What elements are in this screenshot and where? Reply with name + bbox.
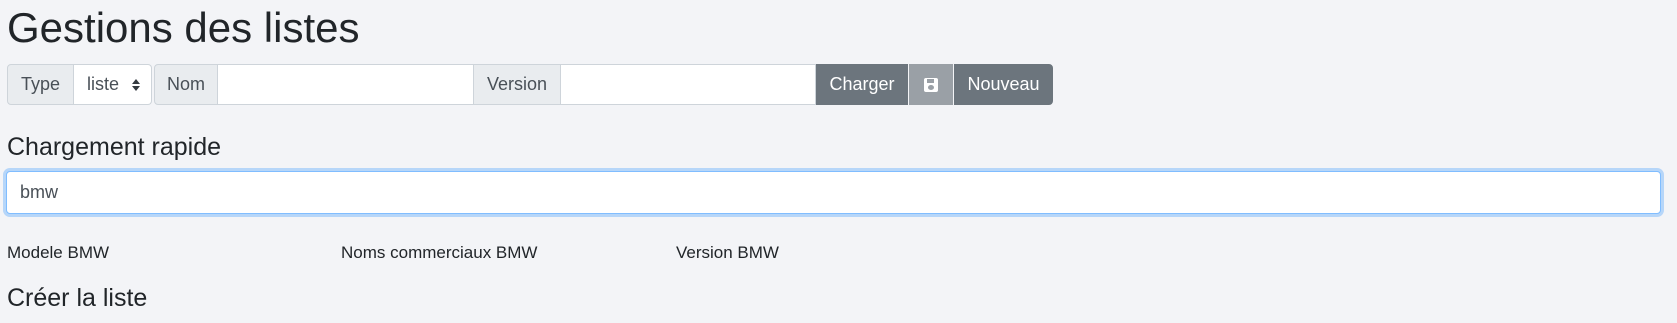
nom-input[interactable]: [218, 64, 475, 105]
quick-load-search-input[interactable]: [6, 171, 1661, 214]
type-select[interactable]: liste: [74, 64, 153, 105]
floppy-disk-icon: [924, 77, 939, 92]
save-button[interactable]: [909, 64, 954, 105]
quick-load-title: Chargement rapide: [7, 133, 222, 161]
result-item-modele-bmw[interactable]: Modele BMW: [7, 243, 109, 263]
result-item-noms-commerciaux-bmw[interactable]: Noms commerciaux BMW: [341, 243, 537, 263]
charger-button[interactable]: Charger: [816, 64, 909, 105]
result-item-version-bmw[interactable]: Version BMW: [676, 243, 779, 263]
type-select-value: liste: [87, 74, 120, 94]
version-label: Version: [474, 64, 562, 105]
list-toolbar: Type liste Nom Version Charger Nouveau: [7, 64, 1054, 105]
page-title: Gestions des listes: [7, 4, 360, 51]
nouveau-button[interactable]: Nouveau: [954, 64, 1054, 105]
select-arrows-icon: [132, 78, 141, 91]
type-label: Type: [7, 64, 75, 105]
create-list-title: Créer la liste: [7, 284, 148, 312]
nom-label: Nom: [154, 64, 219, 105]
version-input[interactable]: [561, 64, 817, 105]
